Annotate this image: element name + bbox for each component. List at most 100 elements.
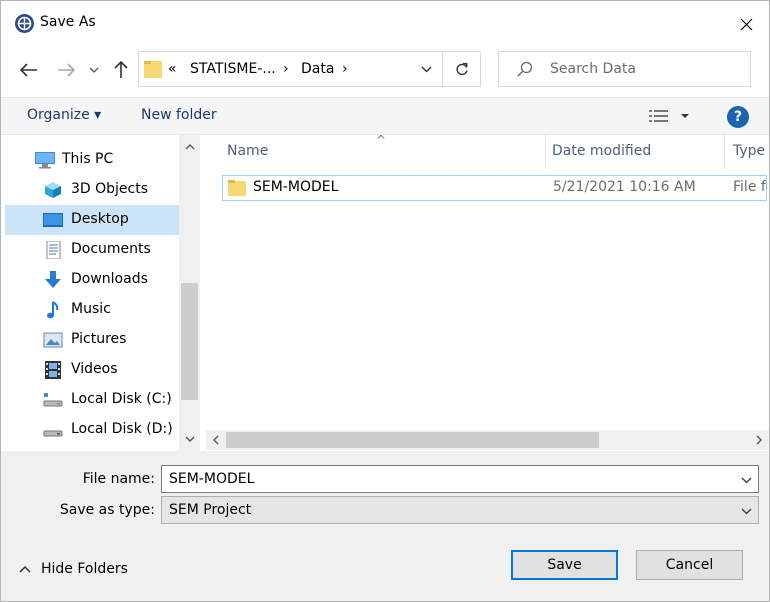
sidebar-item-label: Videos [71, 361, 118, 377]
navigation-scrollbar[interactable] [179, 135, 200, 451]
save-as-type-select[interactable]: SEM Project [161, 496, 759, 524]
search-input[interactable]: Search Data [550, 61, 636, 77]
sidebar-item-label: Local Disk (C:) [71, 391, 172, 407]
desktop-icon [43, 213, 63, 227]
help-button[interactable]: ? [727, 106, 749, 128]
up-button[interactable] [109, 58, 133, 82]
sidebar-item-music[interactable]: Music [5, 295, 179, 325]
sidebar-item-label: Local Disk (D:) [71, 421, 173, 437]
chevron-down-icon [741, 508, 751, 514]
arrow-up-icon [114, 61, 128, 78]
forward-button[interactable] [54, 58, 78, 82]
scroll-right-button[interactable] [751, 430, 767, 450]
scroll-down-button[interactable] [179, 431, 200, 447]
save-as-type-value: SEM Project [169, 502, 252, 518]
chevron-up-icon [185, 144, 194, 150]
sidebar-item-label: Documents [71, 241, 151, 257]
file-name-dropdown-button[interactable] [738, 472, 754, 488]
sidebar-item-label: Pictures [71, 331, 127, 347]
chevron-down-icon [185, 436, 194, 442]
back-button[interactable] [17, 58, 41, 82]
scrollbar-thumb[interactable] [181, 283, 198, 400]
sidebar-item-label: Downloads [71, 271, 148, 287]
cancel-button[interactable]: Cancel [636, 550, 743, 580]
breadcrumb-statisme[interactable]: STATISME-... [190, 61, 276, 77]
breadcrumb-separator[interactable]: › [342, 61, 348, 77]
chevron-up-icon [19, 565, 31, 573]
save-as-type-label: Save as type: [59, 502, 155, 518]
sidebar-item-local-disk-c[interactable]: Local Disk (C:) [5, 385, 179, 415]
sidebar-item-label: Desktop [71, 211, 129, 227]
drive-icon [43, 430, 63, 437]
file-list-horizontal-scrollbar[interactable] [206, 430, 769, 450]
refresh-icon [455, 62, 468, 75]
recent-locations-button[interactable] [85, 58, 103, 82]
document-icon [46, 241, 61, 259]
pc-icon [35, 152, 55, 169]
breadcrumb-separator[interactable]: › [283, 61, 289, 77]
drive-icon [43, 393, 63, 407]
address-dropdown-button[interactable] [415, 58, 437, 80]
film-icon [45, 361, 61, 379]
help-icon: ? [733, 109, 743, 125]
file-name: SEM-MODEL [253, 179, 339, 195]
folder-icon [144, 61, 162, 78]
cube-icon [45, 182, 61, 198]
sidebar-item-pictures[interactable]: Pictures [5, 325, 179, 355]
column-header-name[interactable]: Name [227, 143, 268, 159]
column-header-date-modified[interactable]: Date modified [552, 143, 651, 159]
sidebar-item-label: 3D Objects [71, 181, 149, 197]
folder-icon [228, 180, 246, 196]
download-arrow-icon [45, 271, 61, 288]
search-box[interactable]: Search Data [498, 51, 751, 87]
column-divider[interactable] [724, 135, 725, 169]
save-button[interactable]: Save [511, 550, 618, 580]
file-type: File folder [733, 179, 767, 195]
save-as-type-dropdown-button[interactable] [738, 503, 754, 519]
scrollbar-thumb[interactable] [226, 432, 599, 448]
arrow-left-icon [20, 63, 37, 77]
sidebar-item-label: This PC [62, 151, 114, 167]
command-bar: Organize ▾ New folder ? [1, 97, 769, 135]
column-header-type[interactable]: Type [733, 143, 767, 159]
sidebar-item-3d-objects[interactable]: 3D Objects [5, 175, 179, 205]
table-row[interactable]: SEM-MODEL 5/21/2021 10:16 AM File folder [222, 175, 767, 201]
picture-icon [43, 332, 63, 348]
search-icon [517, 61, 533, 77]
scroll-left-button[interactable] [208, 430, 224, 450]
sidebar-item-downloads[interactable]: Downloads [5, 265, 179, 295]
file-list: ^ Name Date modified Type SEM-MODEL 5/21… [206, 133, 769, 451]
organize-button[interactable]: Organize ▾ [27, 107, 101, 123]
scroll-up-button[interactable] [179, 139, 200, 155]
chevron-left-icon [213, 435, 219, 445]
arrow-right-icon [58, 63, 75, 77]
file-name-value[interactable]: SEM-MODEL [169, 471, 254, 487]
sidebar-item-desktop[interactable]: Desktop [5, 205, 179, 235]
sidebar-item-local-disk-d[interactable]: Local Disk (D:) [5, 415, 179, 445]
file-name-field[interactable]: SEM-MODEL [161, 465, 759, 493]
title-bar: Save As [1, 1, 769, 47]
sidebar-item-this-pc[interactable]: This PC [5, 145, 179, 175]
hide-folders-button[interactable]: Hide Folders [19, 561, 128, 577]
save-as-dialog: Save As « STATISME-... › Data › Search D… [0, 0, 770, 602]
breadcrumb-data[interactable]: Data [301, 61, 334, 77]
close-icon [740, 18, 752, 30]
music-note-icon [47, 301, 59, 319]
window-title: Save As [40, 14, 96, 30]
sidebar-item-documents[interactable]: Documents [5, 235, 179, 265]
refresh-button[interactable] [443, 51, 481, 87]
sidebar-item-label: Music [71, 301, 111, 317]
address-overflow[interactable]: « [168, 61, 177, 77]
chevron-down-icon [741, 477, 751, 483]
chevron-down-icon [89, 67, 99, 73]
close-button[interactable] [723, 1, 769, 47]
new-folder-button[interactable]: New folder [141, 107, 217, 123]
chevron-right-icon [756, 435, 762, 445]
column-divider[interactable] [545, 135, 546, 169]
save-form: File name: SEM-MODEL Save as type: SEM P… [1, 451, 769, 601]
sort-ascending-icon: ^ [376, 133, 387, 147]
change-view-button[interactable] [648, 108, 692, 128]
sidebar-item-videos[interactable]: Videos [5, 355, 179, 385]
app-globe-icon [15, 14, 34, 33]
address-bar[interactable]: « STATISME-... › Data › [138, 51, 443, 87]
